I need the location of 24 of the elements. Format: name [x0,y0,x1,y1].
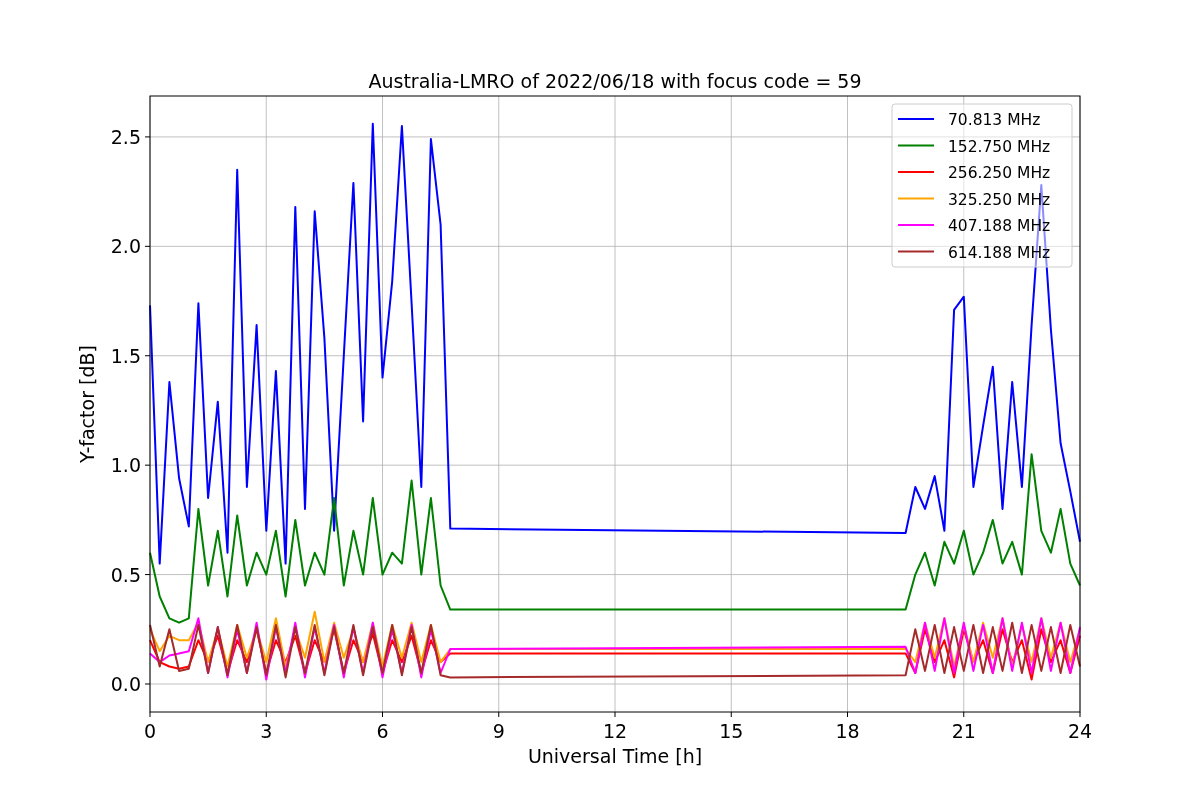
tick-label: 2.5 [110,125,141,148]
tick-label: 24 [1067,720,1093,742]
tick-label: 21 [951,720,976,742]
tick-label: 0.5 [110,563,141,586]
legend-label: 70.813 MHz [948,111,1041,129]
tick-label: 3 [260,720,273,742]
tick-label: 15 [719,720,744,742]
tick-label: 9 [492,720,505,742]
legend-label: 325.250 MHz [948,190,1051,209]
legend-label: 256.250 MHz [948,164,1051,182]
tick-label: 1.5 [110,344,141,367]
tick-label: 18 [835,720,860,742]
y-axis-label: Y-factor [dB] [76,345,98,463]
legend-label: 152.750 MHz [948,137,1051,156]
tick-label: 6 [376,720,389,742]
legend-label: 614.188 MHz [948,243,1051,262]
tick-label: 2.0 [110,235,141,258]
legend-label: 407.188 MHz [948,217,1051,235]
tick-label: 12 [602,720,628,742]
x-axis-label: Universal Time [h] [527,745,703,767]
tick-label: 0 [143,720,157,742]
tick-label: 0.0 [110,673,141,695]
chart-title: Australia-LMRO of 2022/06/18 with focus code = 59 [368,70,862,92]
tick-label: 1.0 [110,454,141,477]
